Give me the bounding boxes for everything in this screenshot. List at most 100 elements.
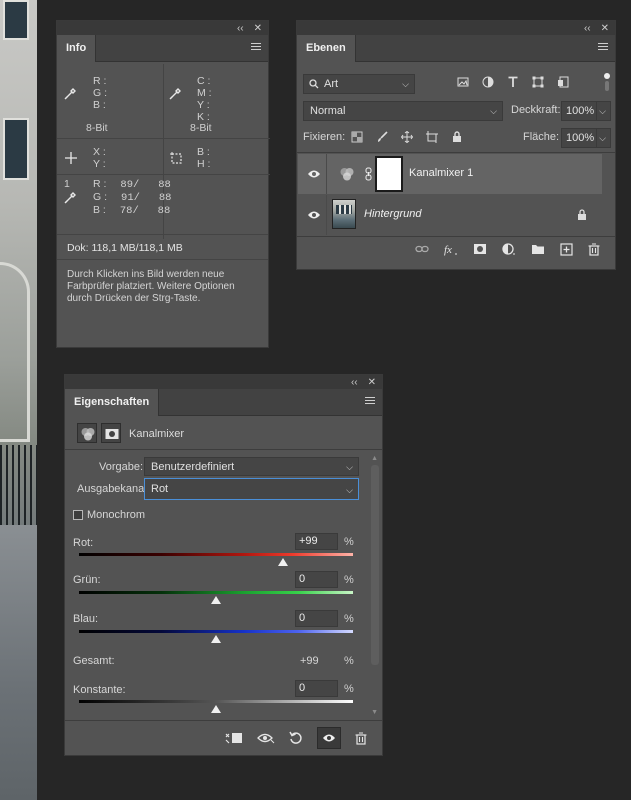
close-icon[interactable]: ✕ xyxy=(601,23,609,34)
layer-filter-select[interactable]: Art ⌵ xyxy=(303,74,415,94)
link-layers-icon[interactable] xyxy=(415,243,429,255)
lock-artboard-icon[interactable] xyxy=(426,131,438,143)
close-icon[interactable]: ✕ xyxy=(368,377,376,388)
collapse-icon[interactable]: ‹‹ xyxy=(237,23,244,34)
preset-value: Benutzerdefiniert xyxy=(151,461,235,473)
new-adjustment-icon[interactable] xyxy=(502,243,516,256)
opacity-input[interactable]: 100% ⌵ xyxy=(561,101,611,121)
fill-input[interactable]: 100% ⌵ xyxy=(561,128,611,148)
tab-info[interactable]: Info xyxy=(57,35,97,62)
collapse-icon[interactable]: ‹‹ xyxy=(351,377,358,388)
close-icon[interactable]: ✕ xyxy=(254,23,262,34)
delete-layer-icon[interactable] xyxy=(588,243,600,256)
clip-to-layer-icon[interactable] xyxy=(225,731,243,745)
constant-value-input[interactable]: 0 xyxy=(295,680,338,697)
panel-menu-icon[interactable] xyxy=(598,43,608,52)
constant-slider-track[interactable] xyxy=(79,700,353,703)
sampler-row: G : 91/ 88 xyxy=(93,191,171,204)
green-slider-track[interactable] xyxy=(79,591,353,594)
layer-row[interactable]: Hintergrund xyxy=(298,195,602,235)
x-label: X : xyxy=(93,146,106,158)
link-icon[interactable] xyxy=(365,167,372,181)
scroll-down-icon[interactable]: ▼ xyxy=(371,709,378,716)
filter-pixel-icon[interactable] xyxy=(457,76,469,88)
lock-transparent-icon[interactable] xyxy=(351,131,363,143)
cmyk-c-label: C : xyxy=(197,75,211,87)
mask-tab[interactable] xyxy=(101,423,121,443)
panel-menu-icon[interactable] xyxy=(365,397,375,406)
bit-depth-right: 8-Bit xyxy=(190,122,212,134)
green-value-input[interactable]: 0 xyxy=(295,571,338,588)
reset-icon[interactable] xyxy=(289,731,303,745)
channel-mixer-adjustment-icon xyxy=(340,168,354,181)
red-value-input[interactable]: +99 xyxy=(295,533,338,550)
lock-position-icon[interactable] xyxy=(401,131,413,143)
channel-mixer-icon xyxy=(81,428,95,441)
layer-mask-thumbnail[interactable] xyxy=(375,156,403,192)
add-mask-icon[interactable] xyxy=(473,243,487,255)
opacity-label: Deckkraft: xyxy=(511,104,561,116)
visibility-eye-icon[interactable] xyxy=(307,210,321,220)
bh-labels: B : H : xyxy=(197,146,210,170)
layer-name[interactable]: Hintergrund xyxy=(364,208,421,220)
layer-thumbnail[interactable] xyxy=(332,199,356,229)
scrollbar-thumb[interactable] xyxy=(371,465,379,665)
divider xyxy=(326,195,327,235)
lock-brush-icon[interactable] xyxy=(376,131,388,143)
red-label: Rot: xyxy=(73,537,94,549)
delete-icon[interactable] xyxy=(355,731,367,745)
sampler-row: B : 78/ 88 xyxy=(93,204,171,217)
visibility-eye-icon xyxy=(323,734,335,742)
fx-icon[interactable]: fx xyxy=(444,243,458,256)
constant-slider-handle[interactable] xyxy=(211,705,221,713)
new-layer-icon[interactable] xyxy=(560,243,573,256)
filter-toggle[interactable] xyxy=(604,73,610,93)
filter-smartobject-icon[interactable] xyxy=(557,76,569,88)
filter-type-icon[interactable] xyxy=(507,76,519,88)
lock-all-icon[interactable] xyxy=(451,131,463,143)
blue-value-input[interactable]: 0 xyxy=(295,610,338,627)
panel-menu-icon[interactable] xyxy=(251,43,261,52)
adjustment-tab[interactable] xyxy=(77,423,97,443)
canvas-image[interactable] xyxy=(0,0,37,800)
selection-size-icon xyxy=(170,152,182,164)
tab-layers[interactable]: Ebenen xyxy=(297,35,356,62)
layers-footer: fx xyxy=(415,243,600,256)
tab-properties[interactable]: Eigenschaften xyxy=(65,389,160,416)
layer-name[interactable]: Kanalmixer 1 xyxy=(409,167,473,179)
preset-label: Vorgabe: xyxy=(99,461,144,473)
sampler-r-label: R : xyxy=(93,178,107,190)
rgb-b-label: B : xyxy=(93,99,106,111)
green-slider-handle[interactable] xyxy=(211,596,221,604)
filter-adjustment-icon[interactable] xyxy=(482,76,494,88)
divider xyxy=(297,152,615,153)
blue-slider-handle[interactable] xyxy=(211,635,221,643)
scroll-up-icon[interactable]: ▲ xyxy=(371,455,378,462)
preset-select[interactable]: Benutzerdefiniert ⌵ xyxy=(144,457,359,476)
fill-value: 100% xyxy=(566,132,595,144)
new-group-icon[interactable] xyxy=(531,243,545,255)
visibility-eye-icon[interactable] xyxy=(307,169,321,179)
view-previous-state-icon[interactable] xyxy=(257,732,275,744)
blend-mode-select[interactable]: Normal ⌵ xyxy=(303,101,503,121)
info-panel: ‹‹ ✕ Info R : G : B : 8-Bit C : M : Y : … xyxy=(56,20,270,348)
fill-label: Fläche: xyxy=(523,131,560,143)
info-tabbar: Info xyxy=(57,35,268,62)
monochrome-checkbox[interactable] xyxy=(73,510,83,520)
divider xyxy=(297,236,615,237)
eyedropper-icon xyxy=(169,88,181,100)
color-sampler-icon xyxy=(64,192,76,204)
red-slider-track[interactable] xyxy=(79,553,353,556)
collapse-icon[interactable]: ‹‹ xyxy=(584,23,591,34)
layer-row[interactable]: Kanalmixer 1 xyxy=(298,154,602,194)
cmyk-labels: C : M : Y : K : xyxy=(197,75,212,123)
sampler-values: R : 89/ 88 G : 91/ 88 B : 78/ 88 xyxy=(93,178,171,217)
chevron-down-icon: ⌵ xyxy=(346,462,353,472)
toggle-visibility-button[interactable] xyxy=(317,727,341,749)
properties-tabbar: Eigenschaften xyxy=(65,389,382,416)
red-slider-handle[interactable] xyxy=(278,558,289,566)
output-channel-select[interactable]: Rot ⌵ xyxy=(144,478,359,500)
photo-arch xyxy=(0,262,30,442)
filter-shape-icon[interactable] xyxy=(532,76,544,88)
blue-slider-track[interactable] xyxy=(79,630,353,633)
